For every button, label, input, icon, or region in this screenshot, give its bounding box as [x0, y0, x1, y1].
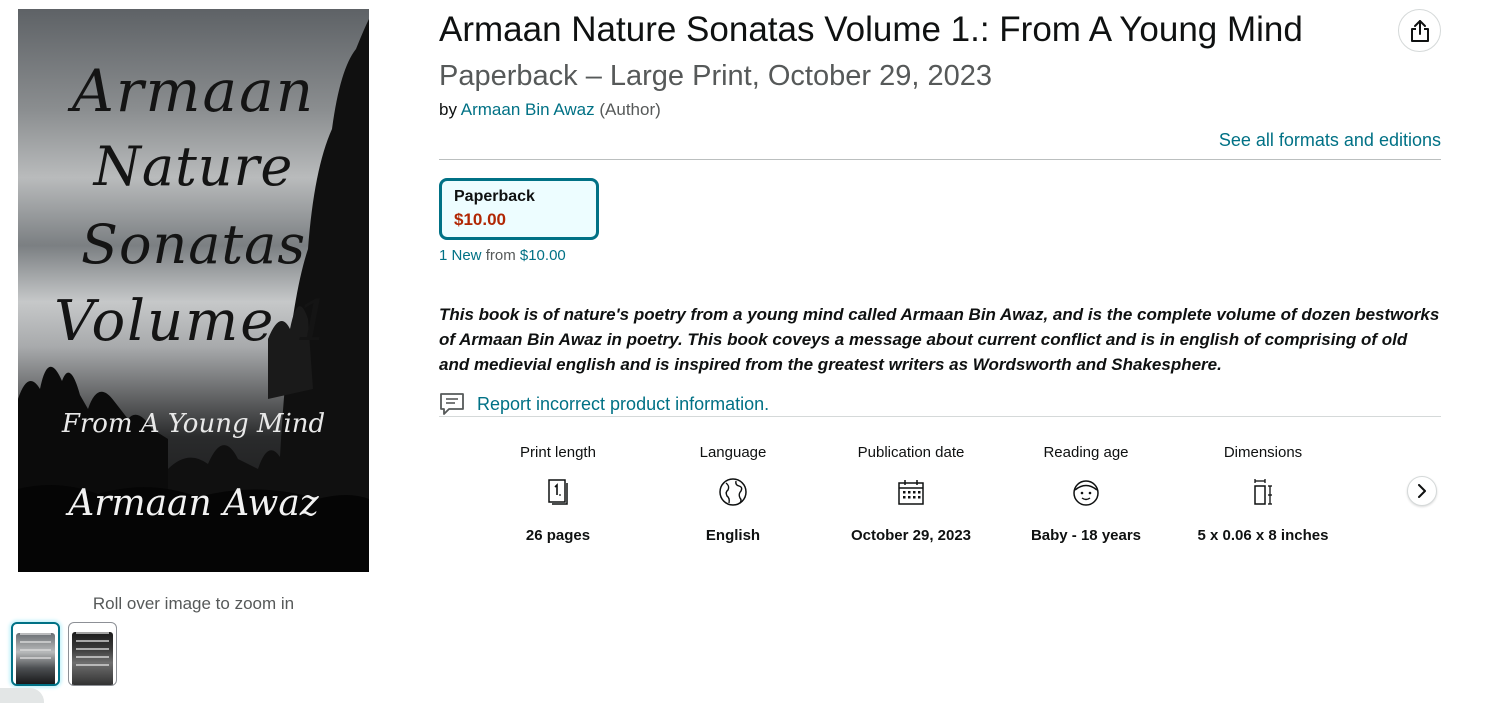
format-price: $10.00 — [454, 210, 506, 229]
divider — [439, 159, 1441, 160]
attribute-value: 5 x 0.06 x 8 inches — [1197, 527, 1329, 544]
report-incorrect-info[interactable]: Report incorrect product information. — [439, 391, 769, 417]
attribute-value: October 29, 2023 — [850, 527, 972, 544]
thumbnail-front-cover[interactable] — [11, 622, 60, 686]
attribute-label: Publication date — [857, 444, 965, 461]
globe-icon — [719, 478, 747, 506]
attribute-value: Baby - 18 years — [1030, 527, 1142, 544]
book-pages-icon — [548, 479, 568, 505]
product-title: Armaan Nature Sonatas Volume 1.: From A … — [439, 10, 1303, 49]
offers-summary: 1 New from $10.00 — [439, 247, 566, 264]
zoom-hint: Roll over image to zoom in — [92, 594, 295, 613]
share-icon — [1410, 19, 1429, 42]
attribute-language: Language English — [645, 444, 821, 544]
attribute-label: Language — [699, 444, 767, 461]
attribute-print-length: Print length 26 pages — [470, 444, 646, 544]
attribute-label: Print length — [520, 444, 596, 461]
attribute-label: Reading age — [1043, 444, 1129, 461]
new-offers-link[interactable]: 1 New — [439, 247, 482, 264]
byline: by Armaan Bin Awaz (Author) — [439, 100, 661, 120]
offers-price-link[interactable]: $10.00 — [520, 247, 566, 264]
format-option-paperback[interactable]: Paperback $10.00 — [439, 178, 599, 240]
report-link-label[interactable]: Report incorrect product information. — [477, 394, 769, 415]
cover-text-line: Volume 1 — [54, 289, 333, 354]
calendar-icon — [898, 480, 924, 505]
product-description: This book is of nature's poetry from a y… — [439, 305, 1440, 374]
format-name: Paperback — [454, 188, 535, 205]
ruler-dimensions-icon — [1254, 479, 1272, 505]
feedback-icon — [440, 393, 464, 415]
cover-text-line: Nature — [93, 135, 294, 198]
divider — [439, 416, 1441, 417]
cover-text-line: Armaan Awaz — [68, 483, 319, 524]
attribute-value: 26 pages — [525, 527, 591, 544]
offers-from-word: from — [485, 247, 516, 264]
author-link[interactable]: Armaan Bin Awaz — [461, 100, 595, 119]
product-format-line: Paperback – Large Print, October 29, 202… — [439, 60, 992, 92]
cover-text-line: From A Young Mind — [61, 409, 326, 439]
video-thumbnail-edge[interactable] — [0, 688, 44, 703]
attribute-value: English — [705, 527, 761, 544]
carousel-next-button[interactable] — [1407, 476, 1437, 506]
chevron-right-icon — [1418, 484, 1426, 498]
attribute-dimensions: Dimensions 5 x 0.06 x 8 inches — [1175, 444, 1351, 544]
byline-prefix: by — [439, 100, 457, 119]
share-button[interactable] — [1398, 9, 1441, 52]
see-all-formats-link[interactable]: See all formats and editions — [1100, 130, 1441, 151]
thumbnail-image — [72, 632, 113, 685]
cover-text-line: Armaan — [71, 57, 316, 125]
cover-text-line: Sonatas — [80, 213, 307, 276]
thumbnail-back-cover[interactable] — [68, 622, 117, 686]
child-face-icon — [1073, 480, 1099, 506]
attribute-publication-date: Publication date October 29, 2023 — [823, 444, 999, 544]
attribute-reading-age: Reading age Baby - 18 years — [998, 444, 1174, 544]
thumbnail-image — [16, 633, 55, 684]
author-role: (Author) — [599, 100, 661, 119]
product-main-image[interactable]: Armaan Nature Sonatas Volume 1 From A Yo… — [18, 9, 369, 572]
attribute-label: Dimensions — [1223, 444, 1303, 461]
